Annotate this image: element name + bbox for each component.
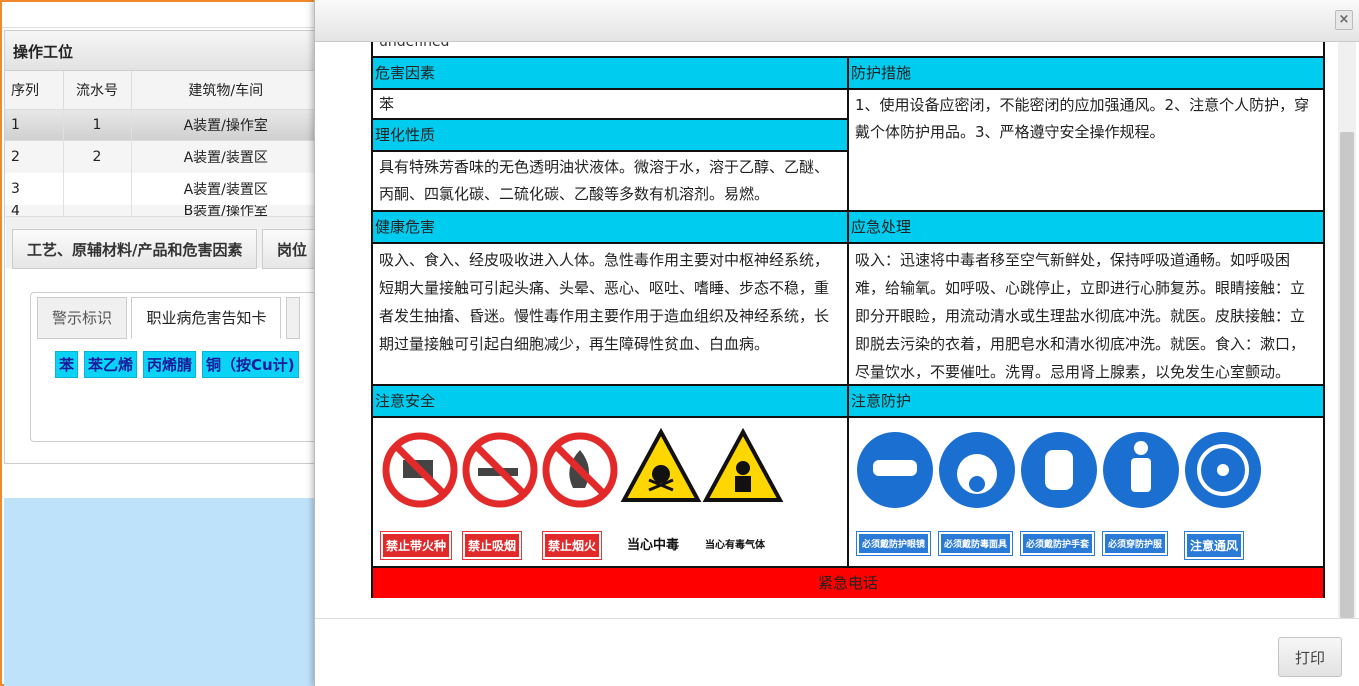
tab-process[interactable]: 工艺、原辅材料/产品和危害因素 xyxy=(12,229,258,269)
card-grid-mid: 健康危害 吸入、食入、经皮吸收进入人体。急性毒作用主要对中枢神经系统，短期大量接… xyxy=(371,212,1325,386)
subtab-box: 警示标识 职业病危害告知卡 苯苯乙烯 丙烯腈 铜（按Cu计) xyxy=(30,292,322,442)
chemical-chip[interactable]: 苯 xyxy=(55,351,79,378)
workstation-table: 序列 流水号 建筑物/车间 1 1 A装置/操作室 2 2 A装置/装置区 3 xyxy=(5,71,321,223)
tab-post[interactable]: 岗位 xyxy=(261,229,322,269)
card-grid-top: 危害因素 苯 理化性质 具有特殊芳香味的无色透明油状液体。微溶于水，溶于乙醇、乙… xyxy=(371,58,1325,212)
cell-building: A装置/操作室 xyxy=(131,109,321,141)
protection-value: 1、使用设备应密闭，不能密闭的应加强通风。2、注意个人防护，穿戴个体防护用品。3… xyxy=(849,90,1323,212)
cell-seq: 2 xyxy=(5,141,64,173)
safety-header: 注意安全 xyxy=(373,386,847,418)
sign-label: 必须戴防护手套 xyxy=(1019,531,1096,556)
cell-serial: 2 xyxy=(63,141,132,173)
ppe-header: 注意防护 xyxy=(849,386,1323,418)
gloves-icon xyxy=(1021,432,1097,508)
sign-label: 必须戴防护眼镜 xyxy=(855,531,932,556)
health-value: 吸入、食入、经皮吸收进入人体。急性毒作用主要对中枢神经系统，短期大量接触可引起头… xyxy=(373,244,847,386)
undefined-text: undefined xyxy=(371,42,1325,58)
chemical-chip[interactable]: 苯乙烯 xyxy=(84,351,138,378)
physchem-header: 理化性质 xyxy=(373,120,847,152)
protection-header: 防护措施 xyxy=(849,58,1323,90)
table-row[interactable]: 3 A装置/装置区 xyxy=(5,173,321,205)
sign-label: 禁止吸烟 xyxy=(461,531,523,560)
left-column: 危害因素 苯 理化性质 具有特殊芳香味的无色透明油状液体。微溶于水，溶于乙醇、乙… xyxy=(373,58,849,212)
spacer xyxy=(4,466,322,498)
health-column: 健康危害 吸入、食入、经皮吸收进入人体。急性毒作用主要对中枢神经系统，短期大量接… xyxy=(373,212,849,386)
ventilation-icon xyxy=(1185,432,1261,508)
dialog-scrollbar[interactable] xyxy=(1338,42,1356,618)
hazard-card: undefined 危害因素 苯 理化性质 具有特殊芳香味的无色透明油状液体。微… xyxy=(371,42,1325,598)
close-icon[interactable]: × xyxy=(1335,10,1353,30)
emergency-header: 应急处理 xyxy=(849,212,1323,244)
poison-warning-icon xyxy=(620,427,702,502)
column-header-serial[interactable]: 流水号 xyxy=(63,71,132,110)
scrollbar-thumb[interactable] xyxy=(1340,132,1354,618)
emergency-column: 应急处理 吸入：迅速将中毒者移至空气新鲜处，保持呼吸道通畅。如呼吸困难，给输氧。… xyxy=(849,212,1325,386)
dialog-footer: 打印 xyxy=(315,618,1359,686)
sign-label: 注意通风 xyxy=(1183,531,1245,560)
column-header-building[interactable]: 建筑物/车间 xyxy=(131,71,321,110)
cell-building: A装置/装置区 xyxy=(131,141,321,173)
sign-label: 必须戴防毒面具 xyxy=(937,531,1014,556)
dialog-body: undefined 危害因素 苯 理化性质 具有特殊芳香味的无色透明油状液体。微… xyxy=(315,42,1359,618)
no-smoking-icon xyxy=(462,432,538,508)
cell-seq: 1 xyxy=(5,109,64,141)
sign-label: 当心中毒 xyxy=(627,538,680,553)
toxic-gas-warning-icon xyxy=(702,427,784,502)
gas-mask-icon xyxy=(939,432,1015,508)
right-column: 防护措施 1、使用设备应密闭，不能密闭的应加强通风。2、注意个人防护，穿戴个体防… xyxy=(849,58,1325,212)
health-header: 健康危害 xyxy=(373,212,847,244)
no-open-flame-icon xyxy=(542,432,618,508)
sign-label: 当心有毒气体 xyxy=(705,540,765,551)
tab-hazard-card[interactable]: 职业病危害告知卡 xyxy=(131,297,282,339)
sign-label: 禁止烟火 xyxy=(541,531,603,560)
chemical-chip[interactable]: 丙烯腈 xyxy=(143,351,197,378)
panel-title: 操作工位 xyxy=(5,31,321,71)
ppe-signs: 必须戴防护眼镜 必须戴防毒面具 必须戴防护手套 必须穿防护服 注意通风 xyxy=(849,418,1323,568)
table-row[interactable]: 2 2 A装置/装置区 xyxy=(5,141,321,173)
background-page: 操作工位 序列 流水号 建筑物/车间 1 1 A装置/操作室 2 2 A装置/装… xyxy=(2,2,322,686)
sign-label: 禁止带火种 xyxy=(379,531,453,560)
tab-next[interactable] xyxy=(285,297,300,339)
card-grid-signs: 注意安全 禁止带火种 禁止吸烟 禁止烟火 当心中毒 当心有毒气体 注意防护 必须… xyxy=(371,386,1325,568)
protective-suit-icon xyxy=(1103,432,1179,508)
main-tabs: 工艺、原辅材料/产品和危害因素 岗位 xyxy=(6,216,322,269)
hazard-factor-header: 危害因素 xyxy=(373,58,847,90)
column-header-seq[interactable]: 序列 xyxy=(5,71,64,110)
print-button[interactable]: 打印 xyxy=(1278,637,1342,677)
tab-warning-signs[interactable]: 警示标识 xyxy=(37,297,128,339)
table-row[interactable]: 1 1 A装置/操作室 xyxy=(5,109,321,141)
cell-serial: 1 xyxy=(63,109,132,141)
safety-column: 注意安全 禁止带火种 禁止吸烟 禁止烟火 当心中毒 当心有毒气体 xyxy=(373,386,849,568)
cell-serial xyxy=(63,173,132,205)
goggles-icon xyxy=(857,432,933,508)
cell-seq: 3 xyxy=(5,173,64,205)
hazard-factor-value: 苯 xyxy=(373,90,847,120)
emergency-phone: 紧急电话 xyxy=(371,568,1325,598)
dialog-header: × xyxy=(315,0,1359,42)
no-fire-source-icon xyxy=(382,432,458,508)
sub-tabs: 警示标识 职业病危害告知卡 xyxy=(31,293,322,339)
cell-building: A装置/装置区 xyxy=(131,173,321,205)
safety-signs: 禁止带火种 禁止吸烟 禁止烟火 当心中毒 当心有毒气体 xyxy=(373,418,847,568)
hazard-card-dialog: × undefined 危害因素 苯 理化性质 具有特殊芳香味的无色透明油状液体… xyxy=(314,0,1359,686)
chemical-list: 苯苯乙烯 丙烯腈 铜（按Cu计) xyxy=(31,335,322,378)
ppe-column: 注意防护 必须戴防护眼镜 必须戴防毒面具 必须戴防护手套 必须穿防护服 注意通风 xyxy=(849,386,1325,568)
emergency-value: 吸入：迅速将中毒者移至空气新鲜处，保持呼吸道通畅。如呼吸困难，给输氧。如呼吸、心… xyxy=(849,244,1323,386)
sign-label: 必须穿防护服 xyxy=(1101,531,1169,556)
top-strip xyxy=(2,2,322,28)
background-area xyxy=(4,498,322,686)
physchem-value: 具有特殊芳香味的无色透明油状液体。微溶于水，溶于乙醇、乙醚、丙酮、四氯化碳、二硫… xyxy=(373,152,847,212)
chemical-chip[interactable]: 铜（按Cu计) xyxy=(202,351,299,378)
